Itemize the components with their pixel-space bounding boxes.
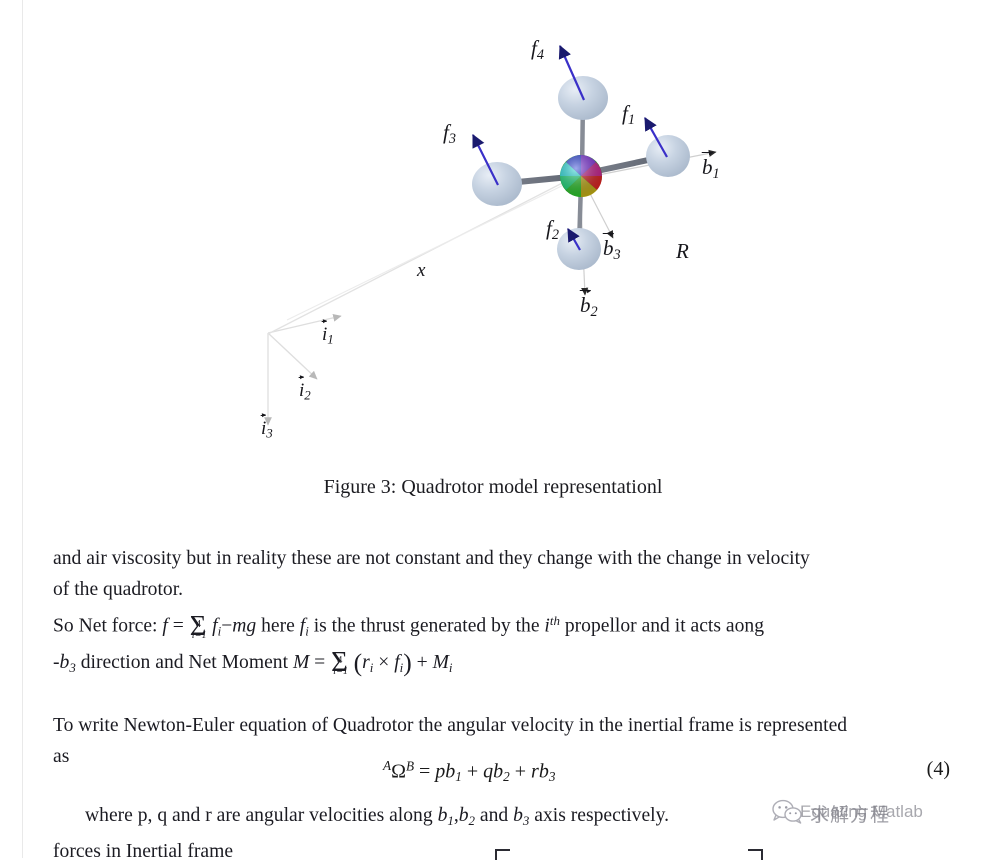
moment-paren-open: ( bbox=[353, 647, 363, 677]
label-b3: b3 bbox=[603, 236, 621, 263]
position-vector-x-helper bbox=[286, 177, 579, 321]
paragraph-net-moment: -b3 direction and Net Moment M = Σ 4 i=1 (… bbox=[53, 647, 950, 683]
eq4-term3: rb bbox=[531, 760, 549, 783]
body-text: and air viscosity but in reality these a… bbox=[53, 543, 950, 772]
net-force-tail: is the thrust generated by the bbox=[313, 615, 540, 637]
summation-2: Σ 4 i=1 bbox=[331, 648, 348, 681]
moment-paren-close: ) bbox=[403, 647, 412, 677]
p1-line2: of the quadrotor. bbox=[53, 579, 184, 600]
eq4-term2-sub: 2 bbox=[503, 769, 510, 785]
eq4-presup-A: A bbox=[383, 758, 392, 773]
label-R: R bbox=[676, 239, 689, 263]
moment-equals: = bbox=[314, 651, 326, 673]
eq4-term1-sub: 1 bbox=[455, 769, 462, 785]
label-f1: f1 bbox=[622, 101, 635, 128]
position-vector-x bbox=[267, 175, 577, 335]
eq4-term2: qb bbox=[483, 760, 504, 783]
label-b1: b1 bbox=[702, 155, 720, 182]
moment-b3: b bbox=[59, 651, 70, 673]
p4-line1: To write Newton-Euler equation of Quadro… bbox=[53, 715, 848, 737]
eq4-equals: = bbox=[419, 760, 431, 783]
p5-and: and bbox=[479, 805, 509, 826]
equation-4-number: (4) bbox=[926, 758, 950, 780]
net-force-prefix: So Net force: bbox=[53, 615, 158, 637]
label-f2: f2 bbox=[546, 216, 559, 243]
moment-cross: × bbox=[378, 651, 390, 673]
net-force-fi2-sub: i bbox=[305, 623, 309, 639]
net-force-mid: here bbox=[261, 615, 295, 637]
rotor-sphere-1 bbox=[646, 135, 690, 177]
p1-line1: and air viscosity but in reality these a… bbox=[53, 548, 810, 569]
paragraph-1: and air viscosity but in reality these a… bbox=[53, 543, 950, 574]
p5-b2-sub: 2 bbox=[468, 812, 475, 828]
eq4-sup-B: B bbox=[405, 758, 414, 774]
net-force-minus: − bbox=[221, 615, 233, 637]
moment-ri: r bbox=[362, 651, 370, 673]
net-force-tail2: propellor and it acts aong bbox=[564, 615, 764, 637]
moment-M: M bbox=[292, 651, 310, 673]
matrix-bracket-left bbox=[495, 849, 510, 860]
moment-text: direction and Net Moment bbox=[80, 651, 289, 673]
label-b2: b2 bbox=[580, 293, 598, 320]
label-x: x bbox=[417, 260, 426, 281]
label-f4: f4 bbox=[531, 36, 544, 63]
figure-caption: Figure 3: Quadrotor model representation… bbox=[323, 476, 663, 498]
p6: forces in Inertial frame bbox=[53, 840, 234, 862]
force-vectors bbox=[472, 44, 668, 251]
net-force-equals: = bbox=[172, 615, 184, 637]
moment-Mi: M bbox=[432, 651, 449, 673]
equation-4-body: AΩB = pb1 + qb2 + rb3 bbox=[383, 758, 555, 785]
label-i1: i1 bbox=[322, 324, 334, 347]
label-f3: f3 bbox=[443, 120, 456, 147]
moment-Mi-sub: i bbox=[448, 659, 453, 675]
label-i2: i2 bbox=[299, 380, 311, 403]
label-i3: i3 bbox=[261, 418, 273, 441]
quadrotor-diagram-svg bbox=[264, 44, 717, 426]
p5-b1: b bbox=[437, 805, 448, 826]
sum1-lower: i=1 bbox=[191, 629, 207, 641]
where-line: where p, q and r are angular velocities … bbox=[53, 800, 950, 836]
moment-plus: + bbox=[416, 651, 428, 673]
paragraph-net-force: So Net force: f = Σ 4 i=1 fi−mg here fi is… bbox=[53, 605, 950, 647]
paragraph-newton-euler: To write Newton-Euler equation of Quadro… bbox=[53, 710, 950, 741]
p5-b3-sub: 3 bbox=[522, 812, 530, 828]
p5-tail: axis respectively. bbox=[534, 805, 670, 826]
eq4-term3-sub: 3 bbox=[548, 769, 556, 785]
moment-ri-sub: i bbox=[369, 659, 374, 675]
body-hub-sphere bbox=[560, 155, 603, 198]
eq4-plus1: + bbox=[466, 760, 479, 783]
eq4-term1: pb bbox=[435, 760, 456, 783]
quadrotor-figure: f4 f1 f3 f2 b1 b3 b2 R x i1 i2 i3 bbox=[0, 0, 986, 462]
paragraph-1-line2: of the quadrotor. bbox=[53, 574, 950, 605]
net-force-mg: mg bbox=[232, 615, 257, 637]
p4-line2: as bbox=[53, 746, 70, 768]
ith-sup: th bbox=[549, 613, 560, 628]
p5-b3: b bbox=[513, 805, 523, 826]
eq4-omega: Ω bbox=[391, 760, 406, 783]
eq4-plus2: + bbox=[514, 760, 527, 783]
net-force-f: f bbox=[162, 615, 168, 637]
sum2-lower: i=1 bbox=[333, 665, 348, 677]
matrix-bracket-right bbox=[748, 849, 763, 860]
p5-b2: b bbox=[458, 805, 469, 826]
summation-1: Σ 4 i=1 bbox=[190, 613, 207, 645]
p5-lead: where p, q and r are angular velocities … bbox=[85, 805, 433, 826]
moment-b3-sub: 3 bbox=[69, 659, 76, 675]
